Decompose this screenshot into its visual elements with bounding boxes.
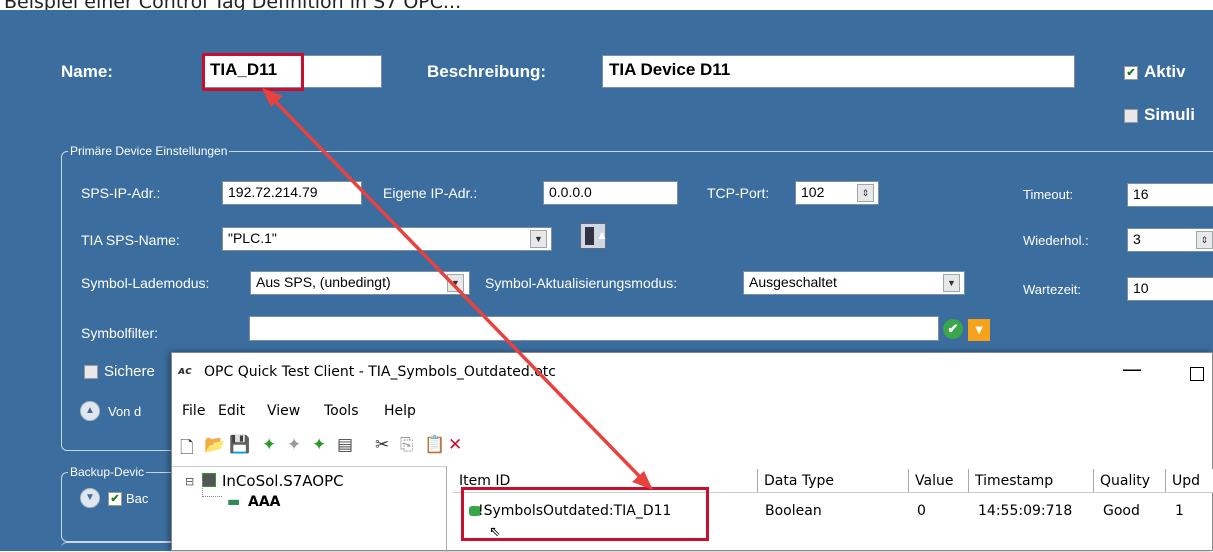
minimize-icon[interactable]: — bbox=[1122, 357, 1142, 381]
copy-icon[interactable]: ⎘ bbox=[400, 435, 414, 455]
save-icon[interactable]: 💾 bbox=[229, 435, 250, 455]
simulation-checkbox[interactable] bbox=[1124, 109, 1138, 123]
menu-edit[interactable]: Edit bbox=[218, 403, 245, 419]
chevron-down-icon[interactable]: ▼ bbox=[943, 274, 960, 292]
aktiv-checkbox[interactable]: ✔ bbox=[1124, 66, 1138, 80]
timeout-input[interactable]: 16 bbox=[1127, 183, 1213, 207]
symbol-filter-input[interactable] bbox=[249, 316, 939, 341]
tcp-port-spinner[interactable]: ⇕ bbox=[857, 184, 874, 202]
menu-tools[interactable]: Tools bbox=[324, 403, 359, 419]
menu-help[interactable]: Help bbox=[384, 403, 416, 419]
tree-root-label[interactable]: InCoSol.S7AOPC bbox=[222, 472, 344, 490]
description-input[interactable]: TIA Device D11 bbox=[602, 55, 1075, 88]
sps-ip-input[interactable]: 192.72.214.79 bbox=[222, 181, 362, 205]
value-cell: 0 bbox=[917, 503, 926, 519]
new-file-icon[interactable]: 🗋 bbox=[180, 435, 194, 464]
filter-icon[interactable]: ▼ bbox=[968, 319, 990, 341]
chevron-down-icon[interactable]: ▼ bbox=[447, 274, 464, 292]
update-mode-label: Symbol-Aktualisierungsmodus: bbox=[485, 275, 678, 291]
opc-title-bar: ᴀᴄ OPC Quick Test Client - TIA_Symbols_O… bbox=[172, 353, 1212, 393]
plc-upload-icon[interactable]: ▲ bbox=[580, 223, 608, 249]
item-id-cell: !SymbolsOutdated:TIA_D11 bbox=[478, 503, 672, 519]
quality-cell: Good bbox=[1103, 503, 1140, 519]
delete-icon[interactable]: ✕ bbox=[448, 435, 462, 455]
open-folder-icon[interactable]: 📂 bbox=[204, 435, 225, 455]
symbol-filter-label: Symbolfilter: bbox=[81, 325, 159, 341]
opc-tree-panel: ⊟ InCoSol.S7AOPC ▬ AAA bbox=[172, 466, 447, 552]
chevron-down-icon[interactable]: ▼ bbox=[530, 230, 547, 248]
timeout-label: Timeout: bbox=[1023, 187, 1074, 202]
from-label: Von d bbox=[108, 404, 142, 419]
primary-group-title: Primäre Device Einstellungen bbox=[68, 144, 230, 158]
menu-file[interactable]: File bbox=[182, 403, 205, 419]
add-item-icon[interactable]: ✦ bbox=[312, 435, 326, 455]
opc-logo-icon: ᴀᴄ bbox=[178, 364, 192, 377]
maximize-icon[interactable] bbox=[1190, 367, 1204, 381]
column-header-quality[interactable]: Quality bbox=[1094, 469, 1166, 493]
menu-view[interactable]: View bbox=[267, 403, 300, 419]
column-header-timestamp[interactable]: Timestamp bbox=[969, 469, 1094, 493]
name-input[interactable]: TIA_D11 bbox=[203, 55, 382, 88]
simulation-label: Simuli bbox=[1144, 105, 1196, 124]
backup-checkbox[interactable]: ✔ bbox=[108, 492, 122, 506]
tia-sps-name-select[interactable]: "PLC.1" bbox=[222, 227, 552, 251]
tree-expander-icon[interactable]: ⊟ bbox=[185, 475, 194, 488]
retry-spinner[interactable]: ⇕ bbox=[1196, 231, 1213, 249]
add-group-icon[interactable]: ✦ bbox=[287, 435, 301, 455]
description-label: Beschreibung: bbox=[427, 62, 547, 81]
own-ip-input[interactable]: 0.0.0.0 bbox=[543, 181, 678, 205]
collapse-up-icon[interactable]: ▲ bbox=[80, 401, 100, 421]
tia-sps-name-label: TIA SPS-Name: bbox=[81, 232, 180, 248]
group-folder-icon: ▬ bbox=[227, 494, 241, 510]
data-type-cell: Boolean bbox=[765, 503, 822, 519]
secure-checkbox[interactable] bbox=[84, 365, 98, 379]
backup-checkbox-label: Bac bbox=[126, 491, 149, 506]
apply-filter-icon[interactable]: ✔ bbox=[943, 319, 963, 339]
secure-label: Sichere bbox=[104, 363, 155, 380]
opc-quick-test-window: ᴀᴄ OPC Quick Test Client - TIA_Symbols_O… bbox=[171, 352, 1213, 552]
column-header-value[interactable]: Value bbox=[909, 469, 969, 493]
load-mode-select[interactable]: Aus SPS, (unbedingt) bbox=[250, 271, 470, 295]
opc-toolbar: 🗋 📂 💾 ✦ ✦ ✦ ▤ ✂ ⎘ 📋 ✕ bbox=[172, 435, 1212, 459]
opc-window-title: OPC Quick Test Client - TIA_Symbols_Outd… bbox=[204, 364, 556, 380]
expand-down-icon[interactable]: ▼ bbox=[80, 488, 100, 508]
load-mode-label: Symbol-Lademodus: bbox=[81, 275, 210, 291]
tcp-port-label: TCP-Port: bbox=[707, 185, 770, 201]
properties-icon[interactable]: ▤ bbox=[337, 435, 353, 455]
cut-icon[interactable]: ✂ bbox=[375, 435, 389, 455]
aktiv-label: Aktiv bbox=[1144, 62, 1186, 81]
name-label: Name: bbox=[61, 62, 113, 81]
column-header-data-type[interactable]: Data Type bbox=[758, 469, 909, 493]
paste-icon[interactable]: 📋 bbox=[424, 435, 445, 455]
update-mode-select[interactable]: Ausgeschaltet bbox=[743, 271, 965, 295]
add-server-icon[interactable]: ✦ bbox=[262, 435, 276, 455]
timestamp-cell: 14:55:09:718 bbox=[978, 503, 1073, 519]
retry-label: Wiederhol.: bbox=[1023, 233, 1089, 248]
wait-time-label: Wartezeit: bbox=[1023, 282, 1082, 297]
own-ip-label: Eigene IP-Adr.: bbox=[383, 185, 478, 201]
opc-item-list: Item ID Data Type Value Timestamp Qualit… bbox=[453, 469, 1213, 552]
tree-connector bbox=[202, 481, 222, 497]
tree-child-label[interactable]: AAA bbox=[248, 494, 281, 510]
column-header-item-id[interactable]: Item ID bbox=[453, 469, 758, 493]
update-cell: 1 bbox=[1175, 503, 1184, 519]
wait-time-input[interactable]: 10 bbox=[1127, 277, 1213, 301]
column-header-update[interactable]: Upd bbox=[1166, 469, 1213, 493]
backup-group-title: Backup-Devic bbox=[68, 465, 147, 479]
sps-ip-label: SPS-IP-Adr.: bbox=[81, 185, 161, 201]
mouse-cursor-icon: ⇖ bbox=[489, 524, 501, 540]
